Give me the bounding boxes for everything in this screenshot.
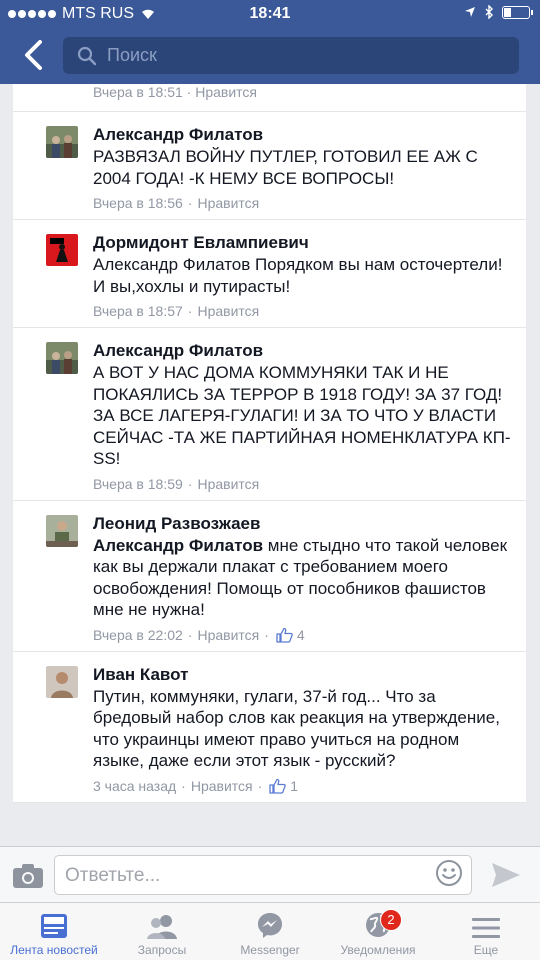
clock: 18:41 [249, 5, 291, 22]
comment-text: Александр Филатов Порядком вы нам осточе… [93, 255, 503, 296]
tab-more[interactable]: Еще [432, 903, 540, 960]
comment-author[interactable]: Александр Филатов [93, 124, 512, 145]
notification-badge: 2 [380, 909, 402, 931]
comment-meta: Вчера в 18:57 · Нравится [93, 303, 260, 319]
search-input[interactable]: Поиск [63, 37, 519, 74]
tab-messenger[interactable]: Messenger [216, 903, 324, 960]
avatar[interactable] [46, 514, 78, 547]
comment-text: РАЗВЯЗАЛ ВОЙНУ ПУТЛЕР, ГОТОВИЛ ЕЕ АЖ С 2… [93, 147, 478, 188]
comment-composer: Ответьте... [0, 846, 540, 902]
comment: Александр Филатов А ВОТ У НАС ДОМА КОММУ… [13, 328, 526, 501]
comment-time: 3 часа назад [93, 777, 177, 794]
top-bar: MTS RUS 18:41 Поиск [0, 0, 540, 84]
like-link[interactable]: Нравится [197, 195, 259, 211]
thumbs-up-icon [276, 627, 293, 643]
comment-meta: Вчера в 18:56 · Нравится [93, 195, 260, 211]
tab-requests[interactable]: Запросы [108, 903, 216, 960]
comment-text: Александр Филатов мне стыдно что такой ч… [93, 535, 512, 621]
messenger-icon [258, 913, 282, 938]
news-feed-icon [41, 914, 67, 938]
comment-time: Вчера в 18:51 [93, 84, 183, 100]
tab-label: Еще [473, 943, 499, 957]
previous-comment-meta: Вчера в 18:51 · Нравится [13, 84, 526, 112]
tab-label: Лента новостей [10, 943, 98, 957]
comment: Александр Филатов РАЗВЯЗАЛ ВОЙНУ ПУТЛЕР,… [13, 112, 526, 220]
bluetooth-icon [485, 5, 493, 19]
like-count-value: 1 [290, 777, 299, 794]
search-icon [77, 46, 97, 65]
reply-placeholder: Ответьте... [65, 865, 161, 886]
comment: Иван Кавот Путин, коммуняки, гулаги, 37-… [13, 652, 526, 803]
camera-icon[interactable] [12, 863, 44, 889]
battery-icon [502, 5, 533, 19]
comment-text: Путин, коммуняки, гулаги, 37-й год... Чт… [93, 686, 500, 771]
comment-time: Вчера в 18:56 [93, 195, 183, 211]
avatar[interactable] [46, 126, 78, 158]
avatar[interactable] [46, 665, 78, 698]
like-count-value: 4 [296, 626, 305, 643]
mention-link[interactable]: Александр Филатов [93, 536, 263, 555]
avatar[interactable] [46, 342, 78, 374]
like-count[interactable]: 4 [276, 627, 305, 643]
back-arrow-icon[interactable] [20, 38, 50, 72]
friend-requests-icon [147, 915, 177, 939]
tab-news-feed[interactable]: Лента новостей [0, 903, 108, 960]
comment-author[interactable]: Леонид Развозжаев [93, 513, 512, 534]
comment: Леонид Развозжаев Александр Филатов мне … [13, 501, 526, 652]
avatar[interactable] [46, 234, 78, 266]
like-link[interactable]: Нравится [191, 778, 253, 794]
search-placeholder: Поиск [107, 45, 157, 65]
comment-meta: Вчера в 22:02 · Нравится · 4 [93, 626, 305, 643]
location-icon [465, 7, 475, 17]
emoji-icon[interactable] [435, 859, 463, 887]
menu-icon [472, 918, 500, 938]
comment-author[interactable]: Дормидонт Евлампиевич [93, 232, 512, 253]
like-count[interactable]: 1 [269, 778, 298, 794]
comment-meta: Вчера в 18:59 · Нравится [93, 475, 260, 492]
tab-label: Уведомления [340, 943, 416, 957]
comment-author[interactable]: Иван Кавот [93, 664, 512, 685]
like-link[interactable]: Нравится [195, 84, 257, 100]
reply-input[interactable]: Ответьте... [54, 855, 472, 895]
like-link[interactable]: Нравится [197, 476, 259, 492]
comment-meta: 3 часа назад · Нравится · 1 [93, 777, 299, 794]
tab-notifications[interactable]: 2 Уведомления [324, 903, 432, 960]
thumbs-up-icon [269, 778, 287, 794]
comment: Дормидонт Евлампиевич Александр Филатов … [13, 220, 526, 328]
comment-text: А ВОТ У НАС ДОМА КОММУНЯКИ ТАК И НЕ ПОКА… [93, 363, 511, 468]
tab-label: Запросы [137, 943, 187, 957]
like-link[interactable]: Нравится [197, 303, 259, 319]
comment-time: Вчера в 22:02 [93, 626, 183, 643]
comment-time: Вчера в 18:57 [93, 303, 183, 319]
comment-time: Вчера в 18:59 [93, 475, 183, 492]
comment-list: Вчера в 18:51 · Нравится Александр Филат… [13, 84, 526, 803]
like-link[interactable]: Нравится [197, 627, 259, 643]
status-bar: MTS RUS 18:41 [0, 0, 540, 28]
comment-author[interactable]: Александр Филатов [93, 340, 512, 361]
tab-bar: Лента новостей Запросы Messenger 2 Уведо… [0, 902, 540, 960]
send-icon[interactable] [490, 861, 522, 889]
tab-label: Messenger [240, 943, 300, 957]
